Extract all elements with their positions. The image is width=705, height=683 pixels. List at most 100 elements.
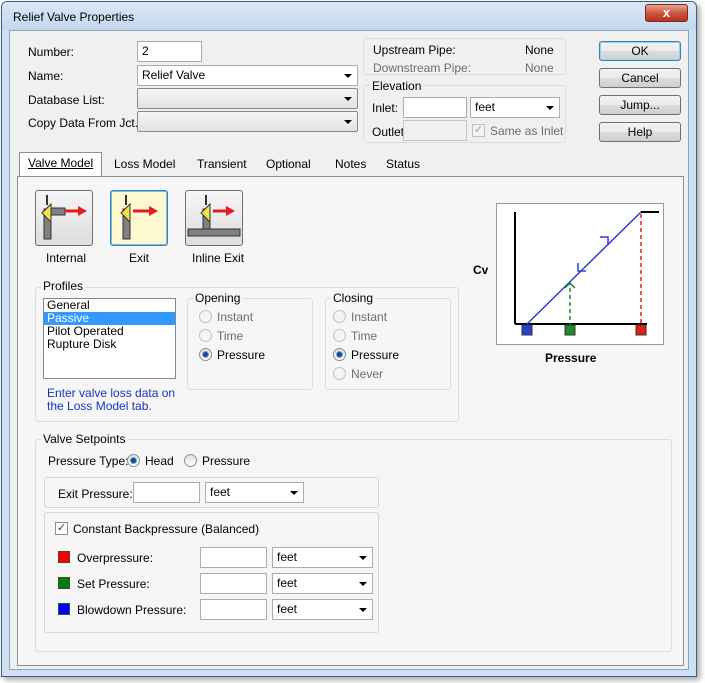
graph-up-arrow (600, 236, 609, 245)
help-button[interactable]: Help (599, 122, 681, 142)
opening-pressure-radio[interactable] (199, 348, 212, 361)
pressure-type-pressure-label: Pressure (202, 454, 251, 468)
chevron-down-icon (546, 106, 554, 110)
set-pressure-unit-dropdown[interactable]: feet (272, 573, 373, 594)
tab-label: Valve Model (28, 156, 94, 170)
name-label: Name: (28, 69, 64, 83)
set-pressure-unit-value: feet (277, 576, 298, 590)
pressure-type-pressure-radio[interactable] (184, 454, 197, 467)
window-title: Relief Valve Properties (13, 10, 135, 24)
downstream-value: None (525, 61, 554, 75)
opening-time-radio[interactable] (199, 329, 212, 342)
tab-optional[interactable]: Optional (258, 154, 319, 175)
valve-model-panel: Internal Exit Inline Exit Profiles Gener… (17, 176, 684, 666)
list-item[interactable]: Rupture Disk (44, 338, 175, 351)
setpoints-title: Valve Setpoints (41, 432, 128, 446)
closing-time-radio[interactable] (333, 329, 346, 342)
graph-set-arrow (564, 281, 576, 289)
tab-notes[interactable]: Notes (327, 154, 374, 175)
blowdown-pressure-unit-dropdown[interactable]: feet (272, 599, 373, 620)
same-as-inlet-label: Same as Inlet (490, 124, 564, 138)
overpressure-field[interactable] (200, 547, 267, 568)
pressure-type-head-label: Head (145, 454, 174, 468)
chevron-down-icon (359, 608, 367, 612)
valve-curve-diagram (496, 203, 664, 345)
chevron-down-icon (290, 491, 298, 495)
blowdown-pressure-label: Blowdown Pressure: (77, 603, 187, 617)
overpressure-label: Overpressure: (77, 551, 154, 565)
closing-never-label: Never (351, 367, 384, 381)
name-combo[interactable]: Relief Valve (137, 65, 358, 86)
profiles-note: Enter valve loss data on the Loss Model … (47, 386, 176, 413)
copy-data-dropdown[interactable] (137, 111, 358, 132)
constant-backpressure-checkbox[interactable]: ✓ (55, 522, 68, 535)
valve-curve-graph (514, 211, 659, 336)
tab-loss-model[interactable]: Loss Model (106, 154, 183, 175)
set-pressure-field[interactable] (200, 573, 267, 594)
graph-over-marker (635, 324, 647, 336)
outlet-elevation-field[interactable] (403, 120, 467, 141)
profiles-list[interactable]: General Passive Pilot Operated Rupture D… (43, 298, 176, 379)
overpressure-unit-dropdown[interactable]: feet (272, 547, 373, 568)
closing-never-radio[interactable] (333, 367, 346, 380)
closing-pressure-label: Pressure (351, 348, 400, 362)
upstream-label: Upstream Pipe: (373, 43, 456, 57)
dialog-window: Relief Valve Properties x Number: 2 Name… (1, 1, 697, 677)
internal-valve-icon (41, 195, 87, 240)
exit-pressure-field[interactable] (133, 482, 200, 503)
same-as-inlet-checkbox[interactable]: ✓ (472, 124, 485, 137)
number-label: Number: (28, 45, 75, 59)
opening-title: Opening (193, 291, 243, 305)
exit-pressure-unit-dropdown[interactable]: feet (205, 482, 304, 503)
overpressure-color-swatch (58, 551, 70, 563)
inlet-unit-value: feet (475, 100, 496, 114)
closing-instant-radio[interactable] (333, 310, 346, 323)
close-button[interactable]: x (645, 4, 688, 22)
valve-exit-label: Exit (129, 251, 150, 265)
name-value: Relief Valve (142, 68, 206, 82)
graph-blowdown-marker (521, 324, 533, 336)
inlet-unit-dropdown[interactable]: feet (470, 97, 560, 118)
jump-button[interactable]: Jump... (599, 95, 681, 115)
close-icon: x (662, 5, 671, 20)
valve-internal-button[interactable] (35, 190, 93, 246)
tab-status[interactable]: Status (378, 154, 428, 175)
pressure-type-head-radio[interactable] (127, 454, 140, 467)
exit-pressure-unit-value: feet (210, 485, 231, 499)
number-field[interactable]: 2 (137, 41, 202, 62)
exit-pressure-label: Exit Pressure: (58, 487, 133, 501)
inlet-elevation-field[interactable] (403, 97, 467, 118)
database-dropdown[interactable] (137, 88, 358, 109)
set-pressure-label: Set Pressure: (77, 577, 150, 591)
ok-button[interactable]: OK (599, 41, 681, 61)
tab-transient[interactable]: Transient (189, 154, 255, 175)
valve-exit-button[interactable] (110, 190, 168, 246)
graph-xlabel: Pressure (545, 351, 597, 365)
set-pressure-color-swatch (58, 577, 70, 589)
opening-instant-label: Instant (217, 310, 254, 324)
exit-valve-icon (120, 195, 158, 240)
chevron-down-icon (359, 582, 367, 586)
tab-valve-model[interactable]: Valve Model (19, 152, 103, 177)
blowdown-pressure-field[interactable] (200, 599, 267, 620)
overpressure-unit-value: feet (277, 550, 298, 564)
valve-inline-exit-button[interactable] (185, 190, 243, 246)
closing-time-label: Time (351, 329, 378, 343)
pressure-type-label: Pressure Type: (48, 454, 129, 468)
inline-exit-valve-icon (187, 195, 241, 237)
chevron-down-icon (344, 120, 352, 124)
opening-pressure-label: Pressure (217, 348, 266, 362)
graph-curve-line (526, 211, 642, 325)
valve-internal-label: Internal (46, 251, 87, 265)
dialog-client: Number: 2 Name: Relief Valve Database Li… (9, 30, 689, 670)
closing-pressure-radio[interactable] (333, 348, 346, 361)
cancel-button[interactable]: Cancel (599, 68, 681, 88)
downstream-label: Downstream Pipe: (373, 61, 472, 75)
graph-set-marker (564, 324, 576, 336)
closing-instant-label: Instant (351, 310, 388, 324)
constant-backpressure-label: Constant Backpressure (Balanced) (73, 522, 260, 536)
title-bar[interactable]: Relief Valve Properties x (2, 2, 696, 30)
opening-instant-radio[interactable] (199, 310, 212, 323)
copy-data-label: Copy Data From Jct... (28, 116, 145, 130)
elevation-title: Elevation (370, 79, 424, 93)
